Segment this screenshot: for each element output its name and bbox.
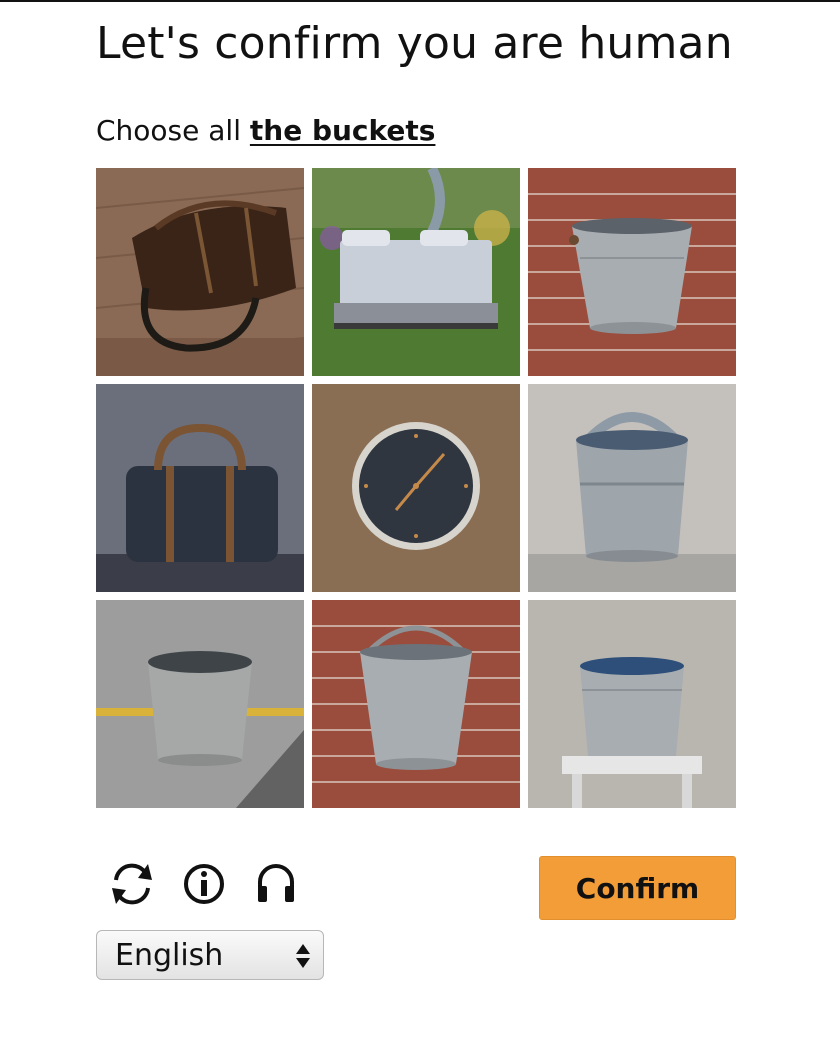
bucket-on-pavement-image (96, 600, 304, 808)
captcha-tile-bucket-stool[interactable] (528, 600, 736, 808)
top-border (0, 0, 840, 2)
language-select-value: English (115, 938, 224, 973)
bucket-with-handle-image (528, 384, 736, 592)
confirm-button[interactable]: Confirm (539, 856, 736, 920)
captcha-tile-bucket-pavement[interactable] (96, 600, 304, 808)
bucket-on-stool-image (528, 600, 736, 808)
captcha-tile-bucket-brick[interactable] (528, 168, 736, 376)
captcha-image-grid (96, 168, 736, 808)
wall-clock-image (312, 384, 520, 592)
bucket-on-brick-image (528, 168, 736, 376)
page-title: Let's confirm you are human (96, 18, 733, 69)
select-arrows-icon (296, 944, 310, 968)
captcha-instruction: Choose all the buckets (96, 114, 435, 147)
captcha-tile-bucket-handle[interactable] (528, 384, 736, 592)
captcha-tile-wall-clock[interactable] (312, 384, 520, 592)
audio-icon[interactable] (248, 858, 304, 910)
duffel-bag-image (96, 384, 304, 592)
language-select[interactable]: English (96, 930, 324, 980)
info-icon[interactable] (176, 858, 232, 910)
captcha-tile-bed-on-grass[interactable] (312, 168, 520, 376)
refresh-icon[interactable] (104, 858, 160, 910)
instruction-prefix: Choose all (96, 114, 250, 147)
captcha-tile-duffel-bag[interactable] (96, 384, 304, 592)
captcha-tile-bucket-hanging[interactable] (312, 600, 520, 808)
captcha-tile-leather-bag[interactable] (96, 168, 304, 376)
leather-bag-image (96, 168, 304, 376)
bed-on-grass-image (312, 168, 520, 376)
instruction-target: the buckets (249, 114, 436, 147)
bucket-hanging-brick-image (312, 600, 520, 808)
